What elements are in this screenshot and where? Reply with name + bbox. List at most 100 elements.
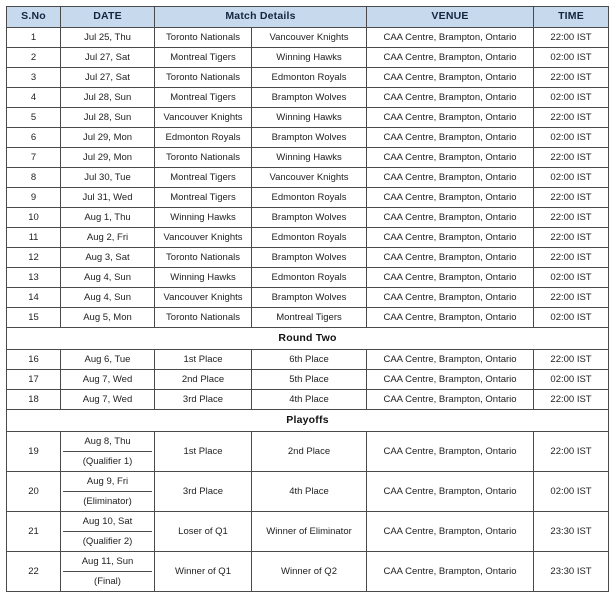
table-row: 16 Aug 6, Tue 1st Place 6th Place CAA Centre… [6,349,610,370]
section-label-round-two: Round Two [5,327,610,350]
match-sno: 11 [6,227,61,248]
match-team1: Winning Hawks [154,267,252,288]
match-sno: 3 [6,67,61,88]
playoff-date: Aug 10, Sat (Qualifier 2) [60,511,155,552]
match-sno: 14 [6,287,61,308]
section-header-playoffs: Playoffs [5,409,610,432]
playoff-date: Aug 8, Thu (Qualifier 1) [60,431,155,472]
round-two-date: Aug 6, Tue [60,349,155,370]
match-date: Jul 27, Sat [60,47,155,68]
match-time: 02:00 IST [533,167,610,188]
match-time: 22:00 IST [533,147,610,168]
playoff-date-day: Aug 9, Fri [63,473,152,492]
section-header-round-two: Round Two [5,327,610,350]
playoff-team2: Winner of Q2 [250,551,368,592]
match-sno: 10 [6,207,61,228]
table-row: 5 Jul 28, Sun Vancouver Knights Winning Haw… [6,107,610,128]
table-row: 8 Jul 30, Tue Montreal Tigers Vancouver Kni… [6,167,610,188]
table-row: 19 Aug 8, Thu (Qualifier 1) 1st Place 2nd Pl… [6,431,610,472]
match-date: Jul 28, Sun [60,87,155,108]
match-venue: CAA Centre, Brampton, Ontario [366,207,535,228]
round-two-time: 22:00 IST [533,389,610,410]
match-date: Jul 29, Mon [60,147,155,168]
match-date: Jul 30, Tue [60,167,155,188]
match-venue: CAA Centre, Brampton, Ontario [366,67,535,88]
playoff-venue: CAA Centre, Brampton, Ontario [366,431,535,472]
playoff-date-day: Aug 11, Sun [63,553,152,572]
header-time: TIME [533,6,610,28]
playoff-team2: 4th Place [250,471,368,512]
playoff-sno: 22 [6,551,61,592]
table-body: 1 Jul 25, Thu Toronto Nationals Vancouver K… [5,27,610,592]
playoff-venue: CAA Centre, Brampton, Ontario [366,511,535,552]
match-venue: CAA Centre, Brampton, Ontario [366,287,535,308]
match-team2: Brampton Wolves [250,207,368,228]
match-team1: Winning Hawks [154,207,252,228]
match-date: Aug 2, Fri [60,227,155,248]
playoff-team2: Winner of Eliminator [250,511,368,552]
match-team2: Vancouver Knights [250,27,368,48]
table-row: 11 Aug 2, Fri Vancouver Knights Edmonton Ro… [6,227,610,248]
table-row: 2 Jul 27, Sat Montreal Tigers Winning Hawks… [6,47,610,68]
match-team2: Winning Hawks [250,47,368,68]
header-sno: S.No [6,6,61,28]
table-row: 21 Aug 10, Sat (Qualifier 2) Loser of Q1 Win… [6,511,610,552]
match-time: 02:00 IST [533,47,610,68]
match-sno: 12 [6,247,61,268]
table-row: 22 Aug 11, Sun (Final) Winner of Q1 Winner o… [6,551,610,592]
match-date: Jul 31, Wed [60,187,155,208]
round-two-team1: 1st Place [154,349,252,370]
section-label-playoffs: Playoffs [5,409,610,432]
match-sno: 5 [6,107,61,128]
match-date: Jul 25, Thu [60,27,155,48]
match-date: Aug 3, Sat [60,247,155,268]
playoff-team1: Winner of Q1 [154,551,252,592]
playoff-sno: 20 [6,471,61,512]
match-team2: Vancouver Knights [250,167,368,188]
match-time: 22:00 IST [533,227,610,248]
match-team2: Brampton Wolves [250,247,368,268]
round-two-team2: 6th Place [250,349,368,370]
match-team2: Montreal Tigers [250,307,368,328]
match-time: 22:00 IST [533,287,610,308]
playoff-date-day: Aug 10, Sat [63,513,152,532]
match-team1: Toronto Nationals [154,27,252,48]
header-match-details: Match Details [153,6,368,28]
round-two-team2: 5th Place [250,369,368,390]
match-time: 22:00 IST [533,27,610,48]
match-venue: CAA Centre, Brampton, Ontario [366,47,535,68]
match-sno: 8 [6,167,61,188]
schedule-container: S.No DATE Match Details VENUE TIME 1 Jul … [0,0,616,592]
match-team1: Montreal Tigers [154,87,252,108]
playoff-date-stage: (Final) [94,576,121,587]
round-two-sno: 17 [6,369,61,390]
header-date: DATE [60,6,155,28]
header-row: S.No DATE Match Details VENUE TIME [6,6,610,28]
match-team1: Toronto Nationals [154,67,252,88]
playoff-time: 02:00 IST [533,471,610,512]
playoff-team2: 2nd Place [250,431,368,472]
round-two-venue: CAA Centre, Brampton, Ontario [366,349,535,370]
playoff-team1: 1st Place [154,431,252,472]
playoff-sno: 19 [6,431,61,472]
playoff-time: 23:30 IST [533,551,610,592]
round-two-sno: 18 [6,389,61,410]
match-time: 22:00 IST [533,247,610,268]
match-venue: CAA Centre, Brampton, Ontario [366,127,535,148]
playoff-date: Aug 11, Sun (Final) [60,551,155,592]
match-team2: Winning Hawks [250,147,368,168]
match-team1: Vancouver Knights [154,227,252,248]
match-team1: Toronto Nationals [154,247,252,268]
round-two-team1: 2nd Place [154,369,252,390]
playoff-time: 23:30 IST [533,511,610,552]
playoff-date-stage: (Eliminator) [83,496,132,507]
match-team2: Brampton Wolves [250,87,368,108]
table-row: 3 Jul 27, Sat Toronto Nationals Edmonton Ro… [6,67,610,88]
match-team2: Edmonton Royals [250,267,368,288]
round-two-venue: CAA Centre, Brampton, Ontario [366,369,535,390]
round-two-sno: 16 [6,349,61,370]
match-team2: Edmonton Royals [250,227,368,248]
playoff-date-stage: (Qualifier 2) [82,536,133,547]
table-row: 1 Jul 25, Thu Toronto Nationals Vancouver K… [6,27,610,48]
playoff-venue: CAA Centre, Brampton, Ontario [366,551,535,592]
